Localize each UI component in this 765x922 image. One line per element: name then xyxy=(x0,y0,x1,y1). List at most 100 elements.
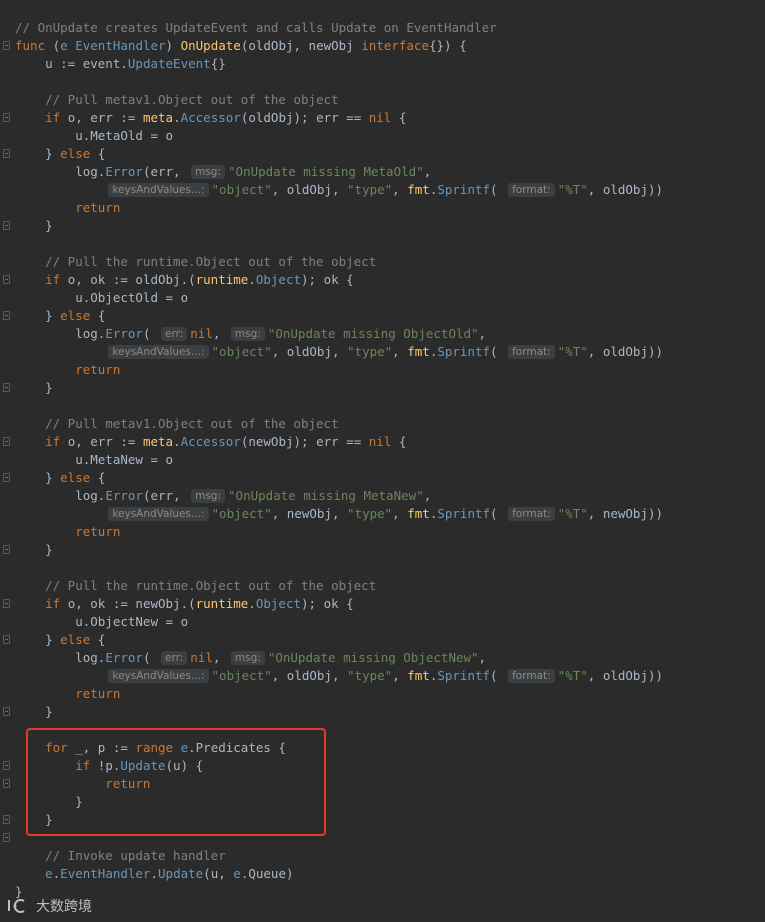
fold-marker-icon[interactable] xyxy=(3,635,10,644)
code-text: return xyxy=(15,361,120,379)
code-token: , xyxy=(478,326,487,341)
code-token: else xyxy=(60,470,91,485)
code-token: func xyxy=(15,38,53,53)
code-token: , xyxy=(423,488,432,503)
fold-marker-icon[interactable] xyxy=(3,383,10,392)
code-token: // OnUpdate creates UpdateEvent and call… xyxy=(15,20,497,35)
code-text: } xyxy=(15,703,53,721)
code-text: u.ObjectNew = o xyxy=(15,613,188,631)
code-token: runtime xyxy=(195,272,249,287)
code-token: { xyxy=(391,434,407,449)
code-text: keysAndValues...: "object", oldObj, "type… xyxy=(15,343,663,361)
code-token: Error xyxy=(105,650,143,665)
fold-marker-icon[interactable] xyxy=(3,833,10,842)
code-editor[interactable]: // OnUpdate creates UpdateEvent and call… xyxy=(0,0,765,922)
code-token: e xyxy=(15,866,53,881)
code-token: Sprintf xyxy=(437,506,491,521)
code-token: } xyxy=(15,632,61,647)
code-token: (oldObj); err == xyxy=(240,110,369,125)
code-token: } xyxy=(15,704,53,719)
code-token: u.MetaOld = o xyxy=(15,128,174,143)
fold-marker-icon[interactable] xyxy=(3,707,10,716)
code-token: } xyxy=(15,218,53,233)
code-token: interface xyxy=(361,38,429,53)
code-token: // Pull the runtime.Object out of the ob… xyxy=(15,578,377,593)
fold-marker-icon[interactable] xyxy=(3,545,10,554)
code-text: u.MetaNew = o xyxy=(15,451,173,469)
fold-marker-icon[interactable] xyxy=(3,437,10,446)
code-token: u := event. xyxy=(15,56,128,71)
code-token: fmt xyxy=(407,506,430,521)
code-text: return xyxy=(15,685,120,703)
parameter-hint: format: xyxy=(508,669,555,683)
fold-marker-icon[interactable] xyxy=(3,41,10,50)
fold-marker-icon[interactable] xyxy=(3,149,10,158)
code-token: e xyxy=(233,866,241,881)
code-text: } else { xyxy=(15,631,105,649)
code-token: , xyxy=(478,650,487,665)
code-text: } else { xyxy=(15,469,105,487)
code-token: Sprintf xyxy=(437,344,491,359)
code-token: // Pull metav1.Object out of the object xyxy=(15,92,339,107)
code-token: ) xyxy=(165,38,181,53)
code-token: Accessor xyxy=(180,434,241,449)
code-text: } xyxy=(15,217,53,235)
fold-marker-icon[interactable] xyxy=(3,221,10,230)
code-token: else xyxy=(60,146,91,161)
fold-marker-icon[interactable] xyxy=(3,311,10,320)
code-token: "object" xyxy=(211,344,272,359)
code-token: } xyxy=(15,308,61,323)
fold-marker-icon[interactable] xyxy=(3,113,10,122)
code-token: return xyxy=(15,524,121,539)
code-token: ( xyxy=(490,506,506,521)
parameter-hint: msg: xyxy=(230,327,265,341)
code-token: "object" xyxy=(211,668,272,683)
code-token: "%T" xyxy=(557,668,588,683)
predicates-loop-highlight-box xyxy=(26,728,326,836)
code-text: } else { xyxy=(15,307,105,325)
fold-marker-icon[interactable] xyxy=(3,599,10,608)
code-text: // Pull metav1.Object out of the object xyxy=(15,415,339,433)
parameter-hint: format: xyxy=(508,345,555,359)
code-token: meta xyxy=(142,434,174,449)
code-token: Error xyxy=(105,164,143,179)
code-token: if xyxy=(15,110,68,125)
code-token: .Queue) xyxy=(240,866,294,881)
code-token: else xyxy=(60,632,91,647)
code-token: , oldObj, xyxy=(271,344,348,359)
code-token: "%T" xyxy=(557,506,588,521)
code-token: log. xyxy=(15,650,106,665)
code-token: e xyxy=(60,38,76,53)
parameter-hint: format: xyxy=(508,183,555,197)
code-token: , xyxy=(392,668,408,683)
code-token: // Pull metav1.Object out of the object xyxy=(15,416,339,431)
code-text: u.ObjectOld = o xyxy=(15,289,188,307)
parameter-hint: msg: xyxy=(191,489,226,503)
code-token: ( xyxy=(490,182,506,197)
code-token: Error xyxy=(105,488,143,503)
code-token: Object xyxy=(255,272,301,287)
code-token: ); ok { xyxy=(301,596,354,611)
code-text: } xyxy=(15,541,53,559)
fold-marker-icon[interactable] xyxy=(3,815,10,824)
parameter-hint: keysAndValues...: xyxy=(108,669,209,683)
code-token: , oldObj)) xyxy=(587,182,664,197)
code-token: . xyxy=(248,596,256,611)
code-token: if xyxy=(15,596,68,611)
code-token: (newObj); err == xyxy=(240,434,369,449)
fold-marker-icon[interactable] xyxy=(3,779,10,788)
fold-marker-icon[interactable] xyxy=(3,275,10,284)
code-token: // Pull the runtime.Object out of the ob… xyxy=(15,254,377,269)
code-token: "object" xyxy=(211,182,272,197)
code-token: "object" xyxy=(211,506,272,521)
code-token: nil xyxy=(368,110,392,125)
code-text: keysAndValues...: "object", newObj, "type… xyxy=(15,505,663,523)
code-token: meta xyxy=(142,110,174,125)
code-text: keysAndValues...: "object", oldObj, "type… xyxy=(15,667,663,685)
fold-marker-icon[interactable] xyxy=(3,473,10,482)
fold-marker-icon[interactable] xyxy=(3,761,10,770)
code-token: ( xyxy=(490,344,506,359)
